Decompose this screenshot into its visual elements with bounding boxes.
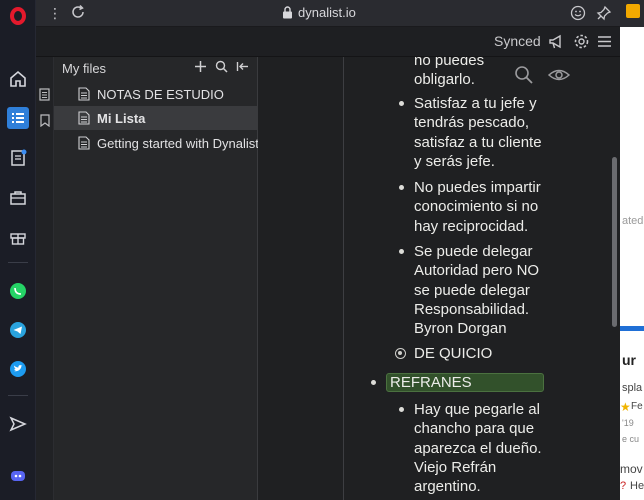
list-item[interactable]: DE QUICIO <box>414 344 492 363</box>
file-item-getting-started[interactable]: Getting started with Dynalist <box>54 131 258 155</box>
indent-guide <box>343 57 344 500</box>
twitter-icon[interactable] <box>7 358 29 380</box>
document-icon <box>78 111 90 125</box>
file-pane: My files NOTAS DE ESTUDIO Mi Lista Getti… <box>54 57 258 500</box>
question-icon: ? <box>620 480 627 492</box>
sync-status: Synced <box>494 33 541 49</box>
bullet[interactable] <box>399 101 404 106</box>
search-icon[interactable] <box>514 65 534 90</box>
telegram-icon[interactable] <box>7 319 29 341</box>
bullet[interactable] <box>399 185 404 190</box>
document-pane: no puedes obligarlo. Satisfaz a tu jefe … <box>258 57 620 500</box>
briefcase-icon[interactable] <box>7 187 29 209</box>
add-file-icon[interactable] <box>194 60 207 78</box>
send-icon[interactable] <box>7 413 29 435</box>
document-icon <box>78 136 90 150</box>
file-list-icon[interactable] <box>39 88 50 106</box>
dynalist-rail <box>36 57 54 500</box>
bookmark-icon[interactable] <box>40 114 50 132</box>
browser-menu-button[interactable]: ⋮ <box>48 5 62 21</box>
file-label: Mi Lista <box>97 110 146 126</box>
bullet[interactable] <box>371 380 376 385</box>
star-icon: ★ <box>620 400 631 414</box>
home-icon[interactable] <box>7 68 29 90</box>
file-item-notas-de-estudio[interactable]: NOTAS DE ESTUDIO <box>54 82 258 106</box>
gift-icon[interactable] <box>7 226 29 248</box>
eye-icon[interactable] <box>547 65 571 90</box>
lock-icon <box>282 6 293 24</box>
search-icon[interactable] <box>215 60 228 78</box>
dynalist-header: Synced <box>36 27 620 57</box>
opera-sidebar <box>0 0 36 500</box>
news-icon[interactable] <box>7 147 29 169</box>
screen: ⋮ dynalist.io Synced My files NOTAS DE E… <box>0 0 644 500</box>
list-item[interactable]: Se puede delegar Autoridad pero NO se pu… <box>414 242 539 338</box>
sidebar-divider <box>8 262 28 263</box>
file-item-mi-lista[interactable]: Mi Lista <box>54 106 258 130</box>
list-item[interactable]: Satisfaz a tu jefe y tendrás pescado, sa… <box>414 94 542 171</box>
opera-logo-icon[interactable] <box>7 5 29 27</box>
files-title: My files <box>62 61 107 76</box>
browser-toolbar: ⋮ dynalist.io <box>36 0 620 27</box>
collapse-pane-icon[interactable] <box>236 60 249 78</box>
pin-icon[interactable] <box>596 5 612 26</box>
list-item[interactable]: no puedes obligarlo. <box>414 57 484 90</box>
bullet[interactable] <box>399 249 404 254</box>
dynalist-app-icon[interactable] <box>7 107 29 129</box>
app-tab-icon <box>626 4 640 18</box>
document-icon <box>78 87 90 101</box>
list-item[interactable]: Hay que pegarle al chancho para que apar… <box>414 400 542 496</box>
emoji-icon[interactable] <box>570 5 586 26</box>
address-bar[interactable]: dynalist.io <box>298 5 356 20</box>
bullet[interactable] <box>399 407 404 412</box>
hamburger-menu-icon[interactable] <box>597 33 612 55</box>
gear-icon[interactable] <box>573 33 590 55</box>
file-label: Getting started with Dynalist <box>97 135 258 151</box>
background-window: ated ur spla ★ Fe '19 e cu mov ? He <box>620 0 644 500</box>
whatsapp-icon[interactable] <box>7 280 29 302</box>
discord-icon[interactable] <box>7 465 29 487</box>
list-item[interactable]: No puedes impartir conocimiento si no ha… <box>414 178 541 236</box>
reload-icon[interactable] <box>70 4 86 25</box>
list-item[interactable]: REFRANES <box>390 373 472 392</box>
file-label: NOTAS DE ESTUDIO <box>97 86 224 102</box>
sidebar-divider <box>8 395 28 396</box>
collapsed-bullet[interactable] <box>395 348 406 359</box>
megaphone-icon[interactable] <box>548 33 565 55</box>
scrollbar[interactable] <box>612 157 617 327</box>
